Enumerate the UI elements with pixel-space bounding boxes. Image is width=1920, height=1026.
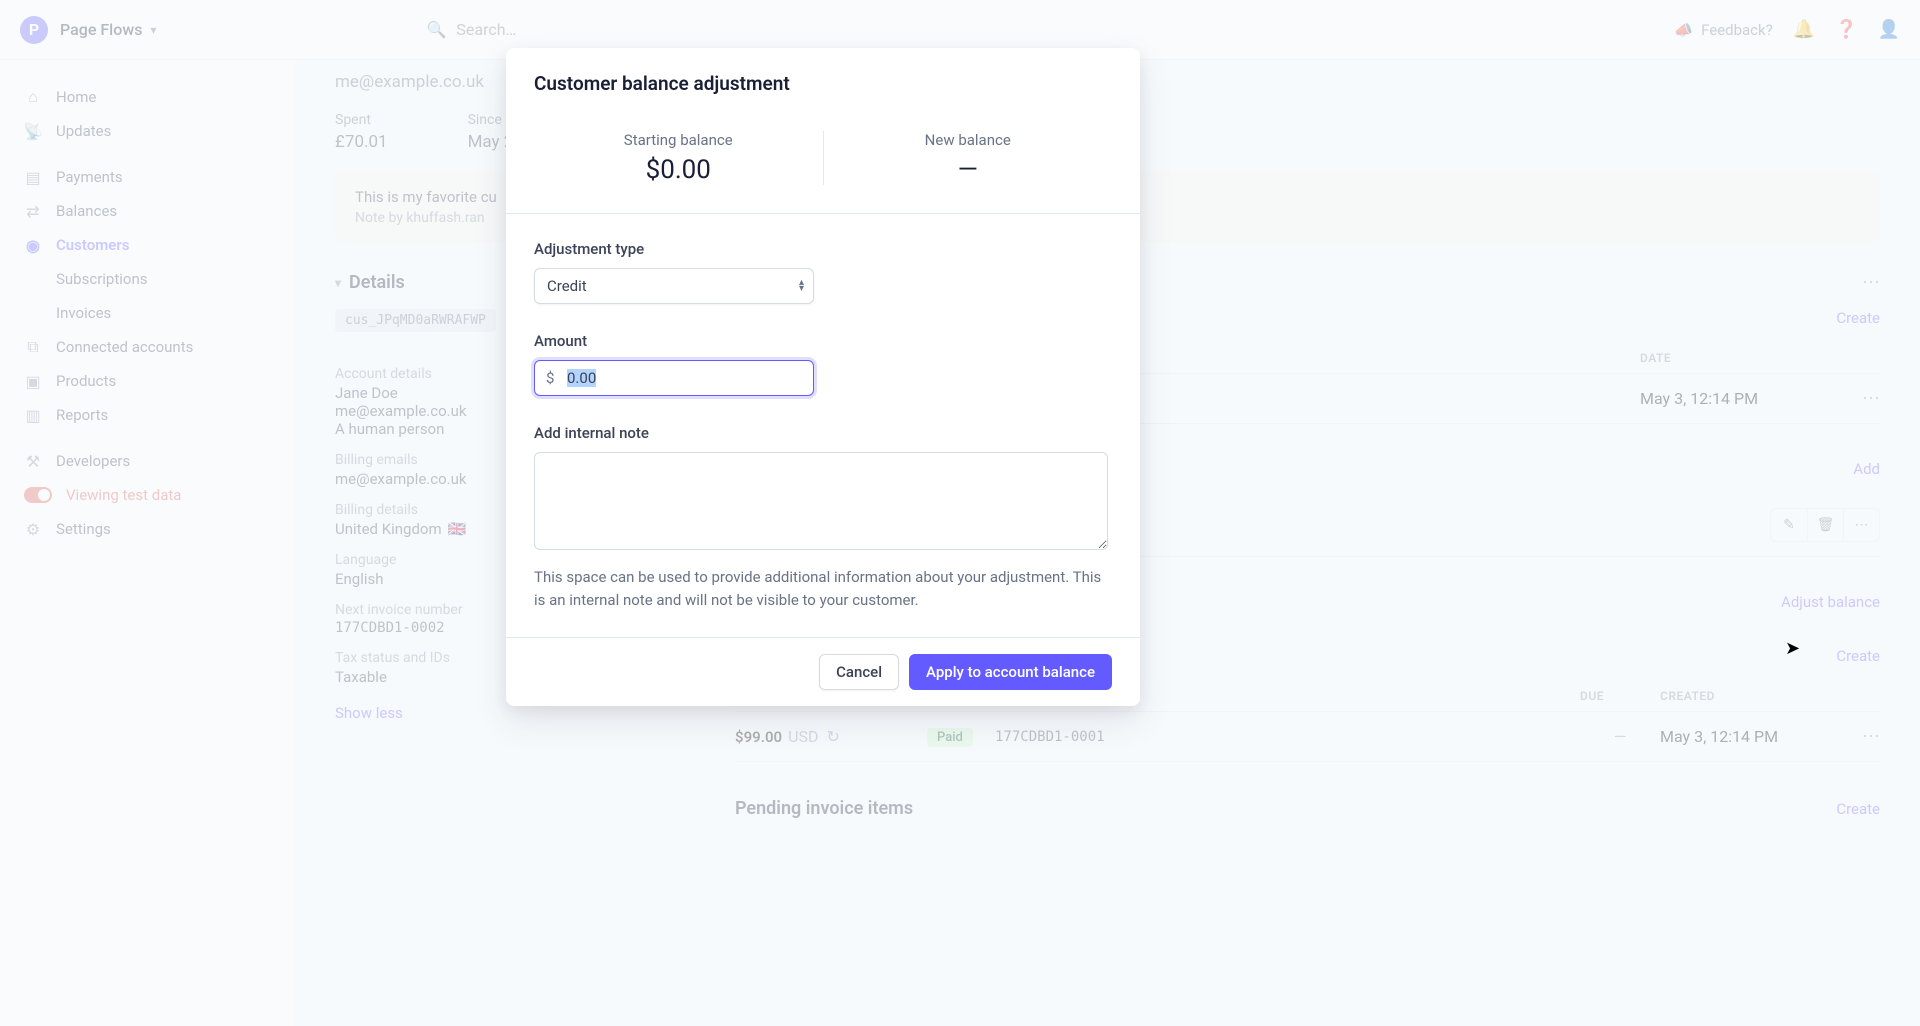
amount-prefix: $ (546, 369, 554, 387)
amount-input[interactable] (534, 360, 814, 396)
note-textarea[interactable] (534, 452, 1108, 550)
adjustment-type-select[interactable]: Credit (534, 268, 814, 304)
starting-balance-label: Starting balance (534, 131, 823, 149)
balance-adjustment-modal: Customer balance adjustment Starting bal… (506, 48, 1140, 706)
new-balance-value: — (824, 155, 1113, 185)
apply-button[interactable]: Apply to account balance (909, 654, 1112, 690)
note-label: Add internal note (534, 424, 1112, 442)
note-help-text: This space can be used to provide additi… (534, 566, 1108, 611)
cancel-button[interactable]: Cancel (819, 654, 899, 690)
starting-balance-value: $0.00 (534, 155, 823, 185)
amount-label: Amount (534, 332, 1112, 350)
adjustment-type-label: Adjustment type (534, 240, 1112, 258)
new-balance-label: New balance (824, 131, 1113, 149)
modal-title: Customer balance adjustment (534, 72, 1112, 95)
